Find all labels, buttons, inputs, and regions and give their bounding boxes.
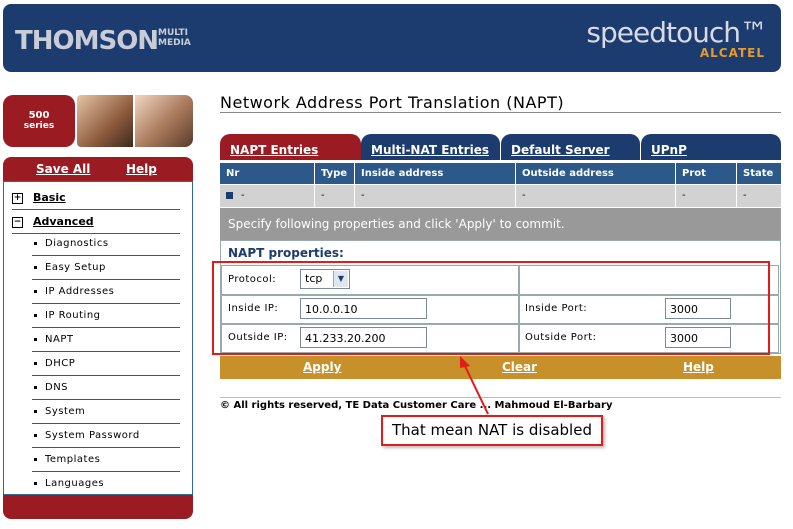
sidebar-item-label: Advanced [33, 215, 94, 228]
bullet-icon [34, 337, 37, 341]
row-cell-nr: - [220, 185, 315, 207]
promo-photo [135, 95, 193, 147]
tab-label: Default Server [511, 143, 610, 157]
bullet-icon [34, 361, 37, 365]
column-header: Type [315, 163, 355, 184]
column-header: Nr [220, 163, 315, 184]
sidebar-item-label: Languages [45, 478, 105, 489]
bullet-icon [34, 385, 37, 389]
instruction-text: Specify following properties and click '… [220, 208, 781, 240]
app-header: THOMSON MULTI MEDIA speedtouch™ ALCATEL [3, 4, 781, 72]
bullet-icon [34, 265, 37, 269]
sidebar-item-label: DNS [45, 382, 69, 393]
action-bar: Apply Clear Help [220, 356, 781, 379]
bullet-icon [34, 313, 37, 317]
sidebar-item-label: IP Routing [45, 310, 101, 321]
row-value: - [241, 190, 245, 201]
entry-icon [226, 191, 233, 199]
sidebar-item-label: DHCP [45, 358, 76, 369]
footer-divider [220, 397, 781, 398]
sidebar-item-label: IP Addresses [45, 286, 115, 297]
help-link[interactable]: Help [126, 162, 157, 176]
sidebar-item-easy-setup[interactable]: Easy Setup [32, 256, 180, 280]
apply-button[interactable]: Apply [303, 360, 341, 374]
table-header: Nr Type Inside address Outside address P… [220, 163, 781, 184]
sidebar-top-bar: Save All Help [3, 157, 193, 181]
tab-default-server[interactable]: Default Server [501, 134, 640, 160]
row-cell-outside: - [516, 185, 676, 207]
table-row[interactable]: - - - - - - [220, 185, 781, 207]
tab-napt-entries[interactable]: NAPT Entries [220, 134, 361, 160]
bullet-icon [34, 433, 37, 437]
sidebar-item-label: Diagnostics [45, 238, 109, 249]
sidebar-item-label: Easy Setup [45, 262, 106, 273]
sidebar-item-templates[interactable]: Templates [32, 448, 180, 472]
series-badge: 500 series [3, 95, 75, 147]
thomson-logo-sub: MULTI MEDIA [158, 28, 191, 48]
series-word: series [23, 121, 55, 131]
sidebar-bottom-bar [3, 495, 193, 519]
tab-multi-nat-entries[interactable]: Multi-NAT Entries [361, 134, 500, 160]
annotation-arrow-icon [460, 356, 489, 415]
sidebar-item-basic[interactable]: + Basic [12, 186, 180, 210]
bullet-icon [34, 457, 37, 461]
thomson-logo: THOMSON [15, 26, 159, 56]
column-header: State [743, 168, 774, 179]
collapse-icon[interactable]: − [12, 216, 23, 228]
bullet-icon [34, 409, 37, 413]
bullet-icon [34, 289, 37, 293]
sidebar-item-system[interactable]: System [32, 400, 180, 424]
tab-label: NAPT Entries [230, 143, 319, 157]
help-button[interactable]: Help [683, 360, 714, 374]
sidebar-item-advanced[interactable]: − Advanced [12, 210, 180, 234]
properties-title: NAPT properties: [228, 246, 344, 260]
sidebar-item-label: System [45, 406, 86, 417]
highlight-box [212, 261, 770, 355]
tab-label: UPnP [651, 143, 687, 157]
column-header: Outside address [516, 163, 676, 184]
speedtouch-logo: speedtouch™ [586, 16, 768, 49]
row-cell-prot: - [676, 185, 737, 207]
sidebar-item-diagnostics[interactable]: Diagnostics [32, 232, 180, 256]
page-title: Network Address Port Translation (NAPT) [220, 93, 565, 112]
bullet-icon [34, 241, 37, 245]
column-header: Inside address [355, 163, 516, 184]
sidebar-item-ip-addresses[interactable]: IP Addresses [32, 280, 180, 304]
tab-label: Multi-NAT Entries [371, 143, 489, 157]
sidebar-item-dns[interactable]: DNS [32, 376, 180, 400]
sidebar-item-label: Templates [45, 454, 101, 465]
sidebar-item-label: System Password [45, 430, 140, 441]
tab-upnp[interactable]: UPnP [641, 134, 781, 160]
sidebar-item-napt[interactable]: NAPT [32, 328, 180, 352]
annotation-note: That mean NAT is disabled [381, 415, 603, 446]
sidebar-item-dhcp[interactable]: DHCP [32, 352, 180, 376]
title-divider [220, 112, 781, 113]
column-header: Prot [676, 163, 737, 184]
save-all-link[interactable]: Save All [36, 162, 90, 176]
promo-photo [77, 95, 133, 147]
row-cell-inside: - [355, 185, 516, 207]
sidebar-item-system-password[interactable]: System Password [32, 424, 180, 448]
sidebar-item-label: Basic [33, 191, 66, 204]
row-cell-state: - [743, 190, 747, 201]
alcatel-logo: ALCATEL [699, 46, 765, 60]
sidebar-item-label: NAPT [45, 334, 74, 345]
sidebar-item-languages[interactable]: Languages [32, 472, 180, 495]
sidebar-item-ip-routing[interactable]: IP Routing [32, 304, 180, 328]
clear-button[interactable]: Clear [502, 360, 537, 374]
row-cell-type: - [315, 185, 355, 207]
bullet-icon [34, 481, 37, 485]
series-number: 500 [28, 110, 50, 121]
copyright-text: © All rights reserved, TE Data Customer … [220, 400, 613, 411]
expand-icon[interactable]: + [12, 192, 23, 204]
